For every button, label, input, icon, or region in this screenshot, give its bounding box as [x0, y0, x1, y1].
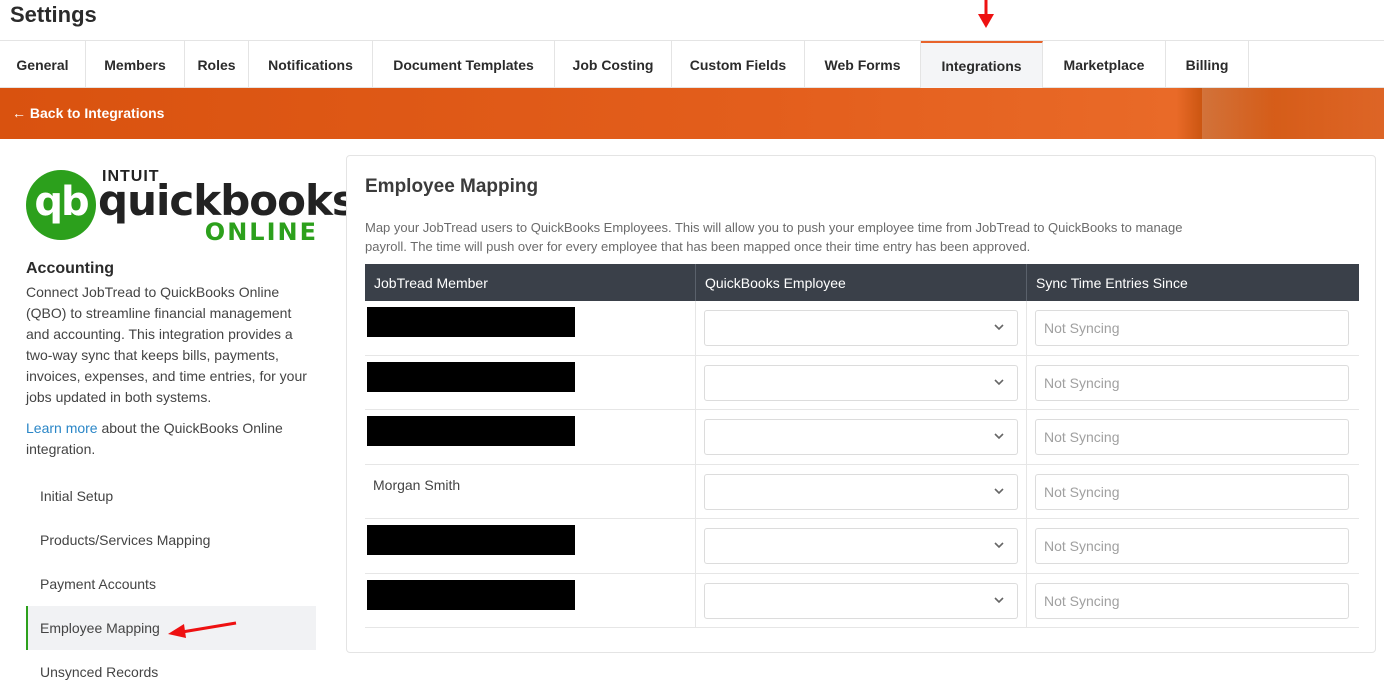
sync-cell: [1027, 410, 1359, 464]
sidenav-item-payment-accounts[interactable]: Payment Accounts: [26, 562, 316, 606]
tab-document-templates[interactable]: Document Templates: [373, 41, 555, 88]
quickbooks-employee-select[interactable]: [704, 310, 1018, 346]
chevron-down-icon: [994, 596, 1004, 603]
member-cell: [365, 519, 696, 573]
employee-mapping-title: Employee Mapping: [365, 176, 539, 197]
settings-tabs: General Members Roles Notifications Document…: [0, 40, 1384, 88]
chevron-down-icon: [994, 324, 1004, 331]
sync-since-input[interactable]: [1035, 364, 1349, 401]
quickbooks-employee-select[interactable]: [704, 582, 1018, 619]
member-cell: [365, 355, 696, 409]
learn-more-text: Learn more about the QuickBooks Online i…: [26, 418, 316, 460]
page-title: Settings: [10, 2, 97, 27]
table-row: Morgan Smith: [365, 464, 1359, 519]
tab-general[interactable]: General: [0, 41, 86, 88]
sync-cell: [1027, 301, 1359, 355]
table-row: [365, 519, 1359, 574]
sync-cell: [1027, 356, 1359, 410]
table-body: Morgan Smith: [365, 301, 1359, 628]
member-cell: Morgan Smith: [365, 464, 696, 518]
tab-members[interactable]: Members: [86, 41, 185, 88]
integration-banner: ← Back to Integrations: [0, 88, 1384, 139]
tab-roles[interactable]: Roles: [185, 41, 249, 88]
back-to-integrations-link[interactable]: ← Back to Integrations: [12, 105, 164, 121]
sync-cell: [1027, 574, 1359, 628]
sync-since-input[interactable]: [1035, 582, 1349, 619]
quickbooks-employee-select[interactable]: [704, 473, 1018, 510]
employee-cell: [696, 410, 1027, 464]
sync-cell: [1027, 465, 1359, 519]
sidenav-item-unsynced-records[interactable]: Unsynced Records: [26, 650, 316, 694]
tab-billing[interactable]: Billing: [1166, 41, 1249, 88]
employee-cell: [696, 519, 1027, 573]
tab-custom-fields[interactable]: Custom Fields: [672, 41, 805, 88]
chevron-down-icon: [994, 378, 1004, 385]
member-cell: [365, 301, 696, 355]
chevron-down-icon: [994, 542, 1004, 549]
tab-integrations[interactable]: Integrations: [921, 41, 1043, 88]
tab-job-costing[interactable]: Job Costing: [555, 41, 672, 88]
chevron-down-icon: [994, 433, 1004, 440]
employee-mapping-description: Map your JobTread users to QuickBooks Em…: [365, 220, 1183, 254]
tab-web-forms[interactable]: Web Forms: [805, 41, 921, 88]
accounting-heading: Accounting: [26, 260, 114, 277]
employee-mapping-table: JobTread Member QuickBooks Employee Sync…: [365, 264, 1359, 628]
redacted-member-name: [367, 579, 575, 610]
member-cell: [365, 573, 696, 627]
quickbooks-employee-select[interactable]: [704, 364, 1018, 401]
chevron-down-icon: [994, 487, 1004, 494]
sync-since-input[interactable]: [1035, 419, 1349, 455]
employee-cell: [696, 464, 1027, 518]
quickbooks-employee-select[interactable]: [704, 419, 1018, 455]
employee-cell: [696, 355, 1027, 409]
accounting-description: Connect JobTread to QuickBooks Online (Q…: [26, 284, 307, 405]
quickbooks-employee-select[interactable]: [704, 528, 1018, 564]
table-row: [365, 355, 1359, 410]
member-cell: [365, 410, 696, 464]
learn-more-link[interactable]: Learn more: [26, 420, 98, 436]
sync-since-input[interactable]: [1035, 528, 1349, 564]
column-header-jobtread-member: JobTread Member: [365, 264, 696, 301]
table-row: [365, 573, 1359, 628]
online-wordmark: ONLINE: [204, 218, 318, 246]
tab-marketplace[interactable]: Marketplace: [1043, 41, 1166, 88]
red-arrow-icon: [168, 621, 237, 638]
table-row: [365, 301, 1359, 356]
tab-notifications[interactable]: Notifications: [249, 41, 373, 88]
quickbooks-online-logo: qb INTUIT quickbooks ONLINE: [26, 168, 357, 246]
member-name: Morgan Smith: [373, 476, 461, 493]
employee-cell: [696, 573, 1027, 627]
column-header-quickbooks-employee: QuickBooks Employee: [696, 264, 1027, 301]
redacted-member-name: [367, 361, 575, 392]
table-header: JobTread Member QuickBooks Employee Sync…: [365, 264, 1359, 301]
sidenav-item-initial-setup[interactable]: Initial Setup: [26, 474, 316, 518]
column-header-sync-since: Sync Time Entries Since: [1036, 274, 1188, 291]
redacted-member-name: [367, 307, 575, 337]
employee-mapping-card: Employee Mapping Map your JobTread users…: [346, 155, 1376, 653]
table-row: [365, 410, 1359, 465]
redacted-member-name: [367, 416, 575, 446]
red-arrow-icon: [978, 0, 994, 28]
redacted-member-name: [367, 525, 575, 555]
sync-since-input[interactable]: [1035, 310, 1349, 346]
sync-since-input[interactable]: [1035, 473, 1349, 510]
employee-cell: [696, 301, 1027, 355]
sync-cell: [1027, 519, 1359, 573]
sidenav-item-products-services-mapping[interactable]: Products/Services Mapping: [26, 518, 316, 562]
quickbooks-logo-mark: qb: [26, 170, 96, 240]
integration-sidenav: Initial Setup Products/Services Mapping Pa…: [26, 474, 316, 694]
banner-shade: [1202, 88, 1384, 139]
